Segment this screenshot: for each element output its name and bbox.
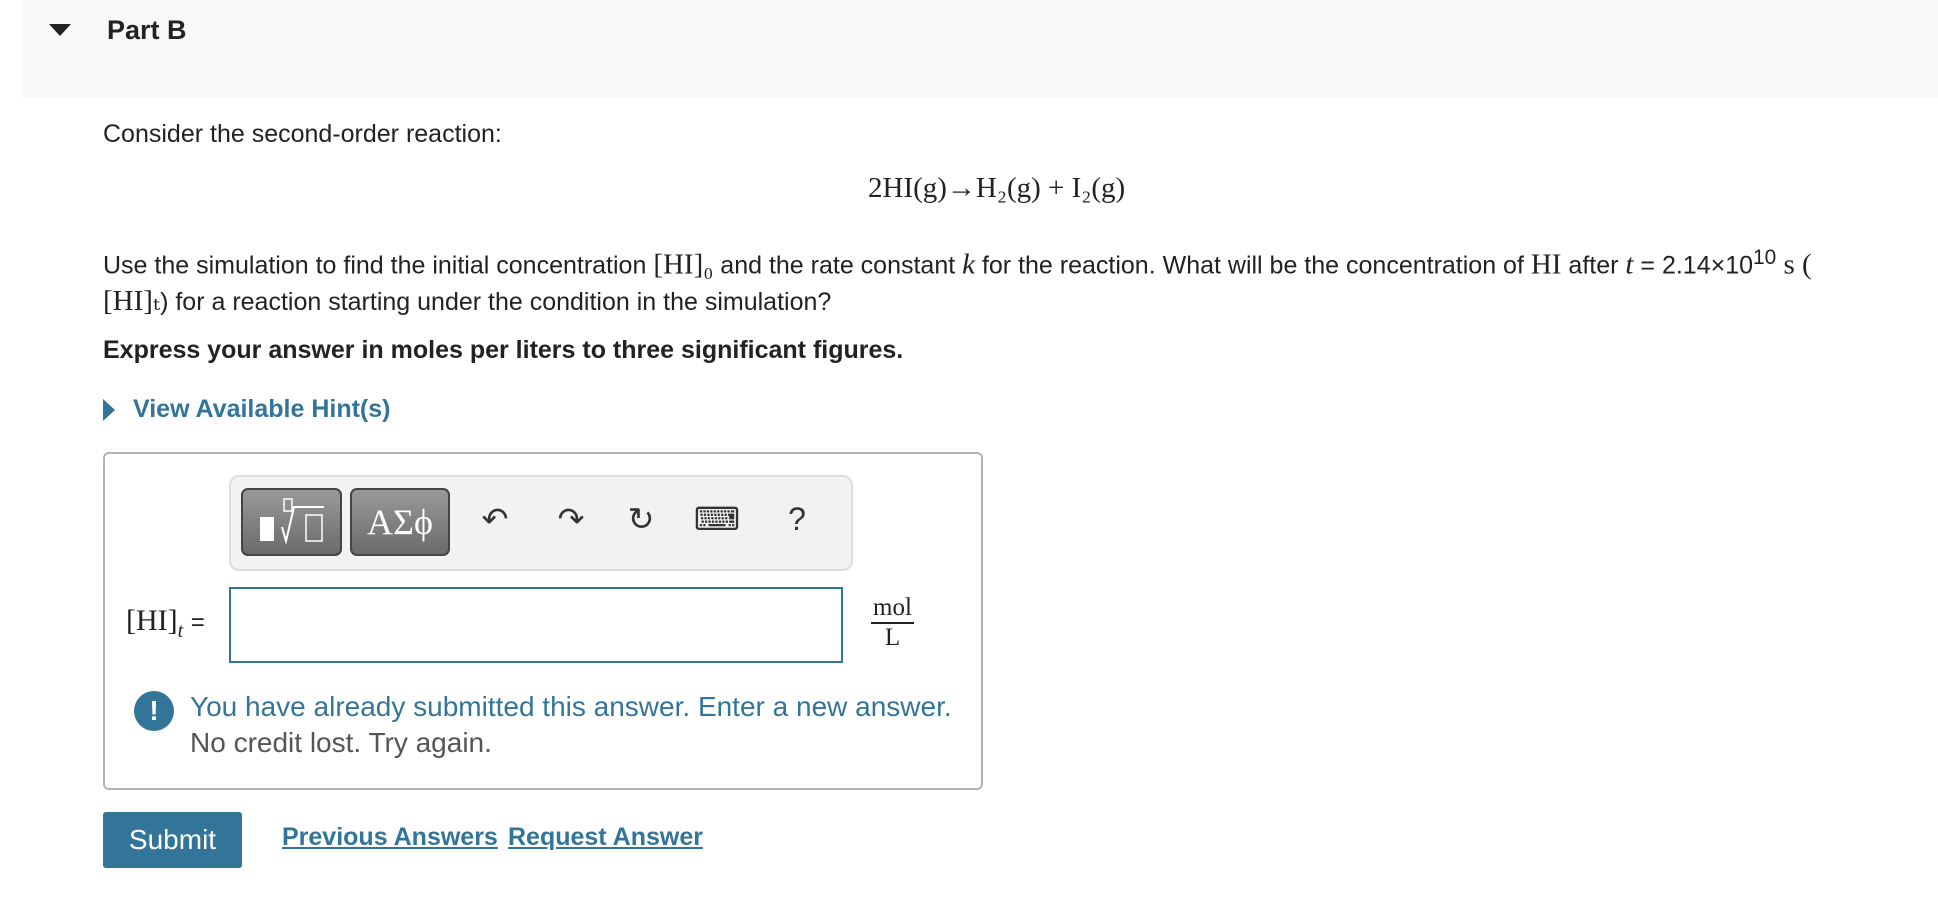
answer-box: ΑΣϕ ↶ ↷ ↻ ⌨ ? [HI]t = mol L ! You have a… (103, 452, 983, 790)
request-answer-link[interactable]: Request Answer (508, 823, 703, 852)
feedback-message: ! You have already submitted this answer… (134, 689, 952, 761)
math-toolbar: ΑΣϕ ↶ ↷ ↻ ⌨ ? (229, 475, 853, 571)
part-title: Part B (107, 15, 187, 45)
symbols-button[interactable]: ΑΣϕ (350, 488, 450, 556)
help-icon[interactable]: ? (775, 497, 819, 541)
reset-icon[interactable]: ↻ (619, 497, 663, 541)
question-intro: Consider the second-order reaction: (103, 120, 502, 148)
templates-icon (259, 498, 324, 545)
templates-button[interactable] (241, 488, 342, 556)
alert-icon: ! (134, 691, 174, 731)
answer-input[interactable] (229, 587, 843, 663)
part-header[interactable] (22, 0, 1938, 98)
previous-answers-link[interactable]: Previous Answers (282, 823, 498, 852)
collapse-caret-icon[interactable] (49, 24, 71, 36)
question-body: Use the simulation to find the initial c… (103, 246, 1812, 318)
undo-icon[interactable]: ↶ (473, 497, 517, 541)
answer-instruction: Express your answer in moles per liters … (103, 336, 904, 364)
reaction-equation: 2HI(g)→H₂(g) + I₂(g) (868, 172, 1126, 204)
caret-right-icon (103, 398, 115, 421)
units-fraction: mol L (871, 594, 914, 651)
view-hints-link[interactable]: View Available Hint(s) (103, 395, 390, 424)
submit-button[interactable]: Submit (103, 812, 242, 868)
keyboard-icon[interactable]: ⌨ (694, 497, 740, 541)
redo-icon[interactable]: ↷ (549, 497, 593, 541)
answer-label: [HI]t = (126, 604, 205, 642)
